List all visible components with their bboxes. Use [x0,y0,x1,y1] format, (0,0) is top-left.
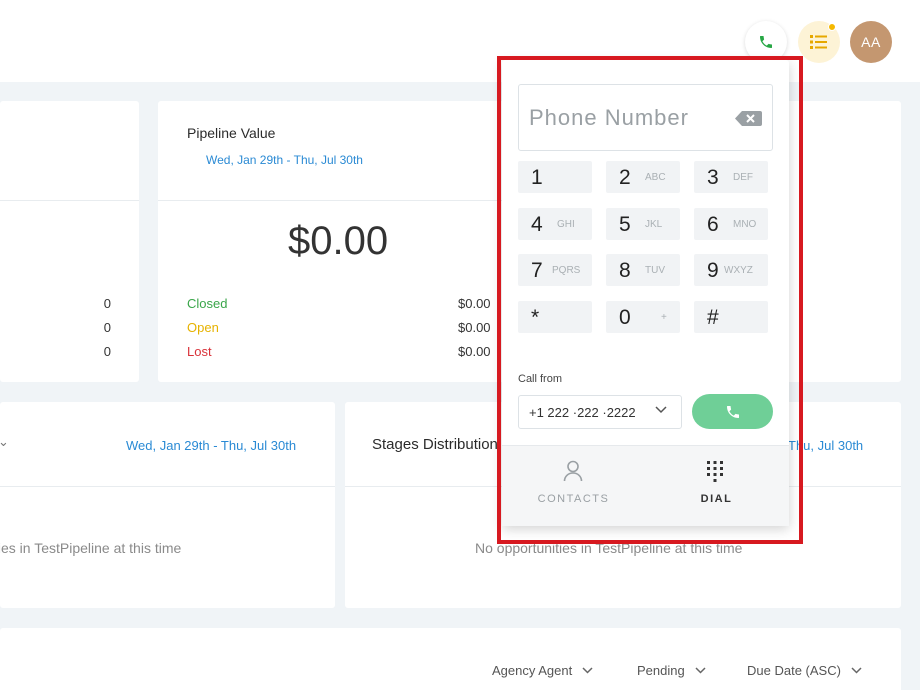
phone-button[interactable] [745,21,787,63]
dial-key-9[interactable]: 9 WXYZ [694,254,768,286]
card-title: Pipeline Value [187,125,276,141]
dial-key-5[interactable]: 5 JKL [606,208,680,240]
agent-filter-dropdown[interactable]: Agency Agent [492,663,593,678]
lost-value: $0.00 [458,344,491,359]
sort-dropdown[interactable]: Due Date (ASC) [747,663,862,678]
tab-label: DIAL [700,493,733,505]
phone-icon [760,36,772,48]
key-digit: 8 [619,259,631,282]
key-digit: 1 [531,166,543,189]
chevron-down-icon [695,667,706,674]
closed-label: Closed [187,296,228,311]
left-stats-card: 0 0 0 [0,101,139,382]
phone-number-input[interactable] [529,104,734,131]
card-divider [0,200,139,201]
lost-label: Lost [187,344,212,359]
backspace-icon[interactable] [735,111,762,126]
card-title: Stages Distribution [372,436,498,453]
card-divider [158,200,518,201]
date-range-link[interactable]: Wed, Jan 29th - Thu, Jul 30th [206,153,363,167]
pipeline-value-card: Pipeline Value Wed, Jan 29th - Thu, Jul … [158,101,518,382]
dial-key-3[interactable]: 3 DEF [694,161,768,193]
open-label: Open [187,320,219,335]
chevron-down-icon[interactable]: ⌄ [0,434,9,450]
person-icon [563,460,583,482]
tab-dial[interactable]: DIAL [645,446,788,527]
key-digit: 5 [619,213,631,236]
closed-value: $0.00 [458,296,491,311]
tasks-button[interactable] [798,21,840,63]
dialer-tab-bar: CONTACTS DIAL [502,445,789,526]
tab-contacts[interactable]: CONTACTS [502,446,645,527]
tab-label: CONTACTS [537,493,610,505]
dialpad-icon [707,461,723,482]
filter-label: Due Date (ASC) [747,663,841,678]
dial-key-6[interactable]: 6 MNO [694,208,768,240]
key-letters: MNO [733,219,757,230]
key-letters: PQRS [552,265,581,276]
filter-label: Pending [637,663,685,678]
key-digit: 4 [531,213,543,236]
call-button[interactable] [692,394,773,429]
key-digit: 6 [707,213,719,236]
key-letters: DEF [733,172,753,183]
key-letters: + [661,312,667,323]
dial-key-4[interactable]: 4 GHI [518,208,592,240]
dial-key-0[interactable]: 0 + [606,301,680,333]
phone-number-field[interactable] [518,84,773,151]
count-value: 0 [103,320,111,335]
tasks-filter-bar: Agency Agent Pending Due Date (ASC) [0,628,901,690]
key-letters: JKL [645,219,663,230]
open-value: $0.00 [458,320,491,335]
key-digit: # [707,306,719,329]
filter-label: Agency Agent [492,663,573,678]
count-value: 0 [103,296,111,311]
key-letters: TUV [645,265,665,276]
key-digit: * [531,306,540,329]
call-from-number: +1 222 ·222 ·2222 [529,404,636,420]
dial-key-8[interactable]: 8 TUV [606,254,680,286]
key-letters: WXYZ [724,265,753,276]
pipeline-total: $0.00 [288,219,389,263]
dial-key-2[interactable]: 2 ABC [606,161,680,193]
key-digit: 0 [619,306,631,329]
key-digit: 7 [531,259,543,282]
empty-state-text: No opportunities in TestPipeline at this… [475,540,743,556]
call-from-dropdown[interactable]: +1 222 ·222 ·2222 [518,395,682,429]
phone-icon [726,405,739,418]
card-divider [0,486,335,487]
chevron-down-icon [655,406,667,414]
dial-key-7[interactable]: 7 PQRS [518,254,592,286]
chevron-down-icon [851,667,862,674]
key-letters: ABC [645,172,666,183]
avatar[interactable]: AA [850,21,892,63]
call-from-label: Call from [518,373,563,385]
key-digit: 3 [707,166,719,189]
notification-dot [828,23,836,31]
empty-state-text: ties in TestPipeline at this time [0,540,182,556]
dial-key-hash[interactable]: # [694,301,768,333]
list-icon [810,35,827,49]
dial-key-1[interactable]: 1 [518,161,592,193]
date-range-link[interactable]: Wed, Jan 29th - Thu, Jul 30th [126,438,296,453]
opportunities-card: ⌄ Wed, Jan 29th - Thu, Jul 30th ties in … [0,402,335,608]
status-filter-dropdown[interactable]: Pending [637,663,706,678]
key-digit: 2 [619,166,631,189]
dialer-popup: 1 2 ABC 3 DEF 4 GHI 5 JKL 6 MNO 7 PQRS 8 TUV 9W… [502,60,789,526]
key-digit: 9 [707,259,719,282]
dial-key-star[interactable]: * [518,301,592,333]
key-letters: GHI [557,219,575,230]
date-range-link[interactable]: Thu, Jul 30th [788,438,863,453]
chevron-down-icon [582,667,593,674]
count-value: 0 [103,344,111,359]
